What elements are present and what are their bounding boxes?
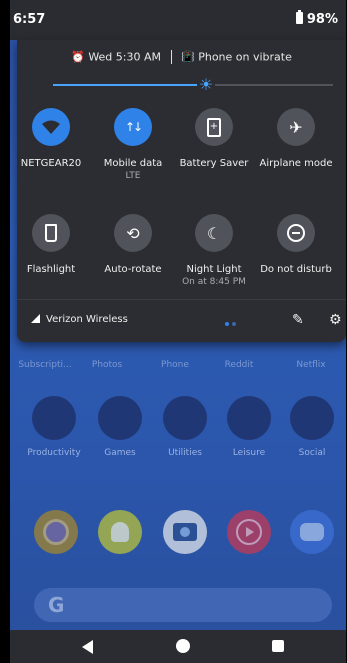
wifi-icon xyxy=(32,108,70,146)
app-label[interactable]: Subscripti... xyxy=(10,360,80,370)
folder-label: Games xyxy=(104,448,136,458)
folder-games[interactable] xyxy=(98,396,142,440)
folder-label: Utilities xyxy=(168,448,202,458)
folder-leisure[interactable] xyxy=(227,396,271,440)
settings-gear-icon[interactable]: ⚙ xyxy=(329,312,342,328)
ringer-status[interactable]: Phone on vibrate xyxy=(198,51,292,64)
app-label[interactable]: Reddit xyxy=(204,360,274,370)
chrome-icon[interactable] xyxy=(34,510,78,554)
google-search-bar[interactable]: G xyxy=(34,588,332,622)
brightness-thumb[interactable]: ☀ xyxy=(197,76,215,94)
messages-icon[interactable] xyxy=(290,510,334,554)
folder-label: Leisure xyxy=(232,448,266,458)
tile-do-not-disturb[interactable]: Do not disturb xyxy=(256,214,336,275)
flashlight-icon xyxy=(32,214,70,252)
google-logo: G xyxy=(48,593,65,617)
tile-auto-rotate[interactable]: ⟲ Auto-rotate xyxy=(93,214,173,275)
carrier-info[interactable]: Verizon Wireless xyxy=(31,314,128,325)
tile-label: Airplane mode xyxy=(259,158,333,169)
page-dot-active xyxy=(225,322,229,326)
folder-social[interactable] xyxy=(290,396,334,440)
youtube-music-icon[interactable] xyxy=(227,510,271,554)
quick-settings-panel: ⏰ Wed 5:30 AM 📳 Phone on vibrate ☀ NETGE… xyxy=(17,40,346,342)
qs-footer: Verizon Wireless ✎ ⚙ xyxy=(17,299,346,342)
airplane-icon: ✈ xyxy=(277,108,315,146)
app-label[interactable]: Netflix xyxy=(276,360,346,370)
tile-label: NETGEAR20 xyxy=(20,158,82,169)
tile-night-light[interactable]: ☾ Night Light On at 8:45 PM xyxy=(174,214,254,287)
snapchat-icon[interactable] xyxy=(98,510,142,554)
app-label[interactable]: Photos xyxy=(72,360,142,370)
navigation-bar xyxy=(10,630,346,663)
battery-percent: 98% xyxy=(306,12,338,27)
tile-mobile-data[interactable]: ↑↓ Mobile data LTE xyxy=(93,108,173,181)
tile-label: Mobile data xyxy=(103,158,163,169)
brightness-slider[interactable]: ☀ xyxy=(53,76,333,94)
recents-button[interactable] xyxy=(272,640,284,652)
folder-label: Social xyxy=(298,448,326,458)
brightness-fill xyxy=(53,84,205,86)
tile-label: Do not disturb xyxy=(260,264,332,275)
page-dot xyxy=(232,322,236,326)
folder-label: Productivity xyxy=(27,448,81,458)
header-divider xyxy=(170,50,172,64)
tile-airplane-mode[interactable]: ✈ Airplane mode xyxy=(256,108,336,169)
tile-sublabel: LTE xyxy=(125,171,141,181)
dnd-icon xyxy=(277,214,315,252)
battery-icon xyxy=(295,10,303,24)
mobile-data-icon: ↑↓ xyxy=(114,108,152,146)
qs-header: ⏰ Wed 5:30 AM 📳 Phone on vibrate xyxy=(17,50,346,64)
rotate-icon: ⟲ xyxy=(114,214,152,252)
moon-icon: ☾ xyxy=(195,214,233,252)
next-alarm[interactable]: Wed 5:30 AM xyxy=(88,51,161,64)
page-indicator xyxy=(225,318,239,329)
clock: 6:57 xyxy=(13,12,46,27)
alarm-icon: ⏰ xyxy=(71,50,85,64)
battery-saver-icon: + xyxy=(195,108,233,146)
carrier-name: Verizon Wireless xyxy=(46,314,128,325)
folder-utilities[interactable] xyxy=(163,396,207,440)
tile-battery-saver[interactable]: + Battery Saver xyxy=(174,108,254,169)
tile-sublabel: On at 8:45 PM xyxy=(182,277,246,287)
battery-indicator: 98% xyxy=(295,10,338,27)
edit-pencil-icon[interactable]: ✎ xyxy=(292,312,304,328)
back-button[interactable] xyxy=(82,640,93,654)
vibrate-icon: 📳 xyxy=(181,50,195,64)
tile-label: Auto-rotate xyxy=(104,264,162,275)
home-button[interactable] xyxy=(176,639,190,653)
app-label[interactable]: Phone xyxy=(140,360,210,370)
folder-productivity[interactable] xyxy=(32,396,76,440)
camera-icon[interactable] xyxy=(163,510,207,554)
tile-label: Night Light xyxy=(186,264,242,275)
tile-label: Flashlight xyxy=(26,264,76,275)
tile-label: Battery Saver xyxy=(179,158,249,169)
signal-icon xyxy=(31,314,40,323)
status-bar: 6:57 98% xyxy=(10,0,346,40)
tile-wifi[interactable]: NETGEAR20 xyxy=(11,108,91,169)
tile-flashlight[interactable]: Flashlight xyxy=(11,214,91,275)
phone-screen: 6:57 98% Subscripti... Photos Phone Redd… xyxy=(10,0,346,663)
